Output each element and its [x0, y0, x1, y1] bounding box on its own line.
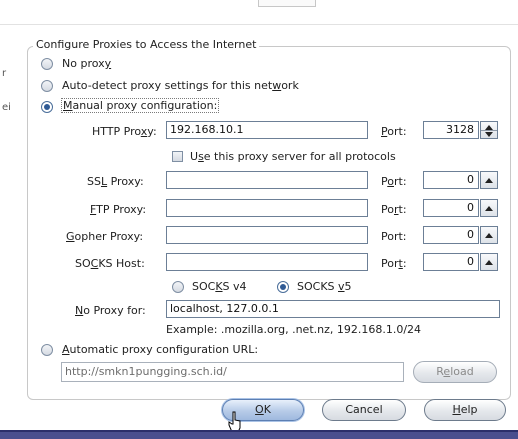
http-port-input[interactable]: 3128 [423, 121, 479, 139]
socks-v5-label[interactable]: SOCKS v5 [297, 280, 352, 293]
share-all-label[interactable]: Use this proxy server for all protocols [190, 150, 396, 163]
share-all-checkbox[interactable] [172, 151, 183, 162]
ssl-port-label: Port: [381, 175, 407, 188]
no-proxy-radio[interactable] [41, 58, 53, 70]
reload-button[interactable]: Reload [413, 361, 497, 383]
group-title: Configure Proxies to Access the Internet [33, 38, 260, 51]
auto-url-label[interactable]: Automatic proxy configuration URL: [62, 343, 258, 356]
left-edge-glyph: ei [2, 102, 11, 113]
auto-detect-radio[interactable] [41, 80, 53, 92]
auto-url-radio[interactable] [41, 344, 53, 356]
ftp-proxy-input[interactable] [166, 199, 368, 217]
cancel-button[interactable]: Cancel [322, 399, 406, 421]
ftp-port-spin-icon[interactable] [480, 199, 498, 217]
socks-host-input[interactable] [166, 253, 368, 271]
auto-detect-label[interactable]: Auto-detect proxy settings for this netw… [62, 79, 299, 92]
http-proxy-label: HTTP Proxy: [92, 125, 157, 138]
ssl-port-spin-icon[interactable] [480, 171, 498, 189]
gopher-proxy-label: Gopher Proxy: [66, 230, 144, 243]
no-proxy-label[interactable]: No proxy [62, 57, 111, 70]
ftp-proxy-label: FTP Proxy: [90, 203, 147, 216]
ftp-port-label: Port: [381, 203, 407, 216]
http-port-label: Port: [381, 125, 407, 138]
socks-port-input[interactable]: 0 [423, 253, 479, 271]
socks-v5-radio[interactable] [277, 281, 289, 293]
no-proxy-for-input[interactable]: localhost, 127.0.0.1 [166, 300, 500, 318]
left-edge-glyph: r [2, 68, 7, 79]
ftp-port-input[interactable]: 0 [423, 199, 479, 217]
ssl-proxy-label: SSL Proxy: [87, 175, 144, 188]
left-edge: r ei [0, 30, 12, 430]
gopher-port-label: Port: [381, 230, 407, 243]
socks-port-spin-icon[interactable] [480, 253, 498, 271]
gopher-proxy-input[interactable] [166, 226, 368, 244]
gopher-port-input[interactable]: 0 [423, 226, 479, 244]
ssl-proxy-input[interactable] [166, 171, 368, 189]
divider [0, 24, 518, 25]
ssl-port-input[interactable]: 0 [423, 171, 479, 189]
manual-proxy-label[interactable]: Manual proxy configuration: [61, 98, 220, 113]
auto-url-input[interactable]: http://smkn1pungging.sch.id/ [61, 362, 404, 382]
no-proxy-for-label: No Proxy for: [75, 304, 146, 317]
gopher-port-spin-icon[interactable] [480, 226, 498, 244]
socks-v4-label[interactable]: SOCKS v4 [192, 280, 247, 293]
socks-host-label: SOCKS Host: [75, 257, 145, 270]
http-port-spin-icon[interactable] [480, 121, 498, 139]
socks-port-label: Port: [381, 257, 407, 270]
socks-v4-radio[interactable] [172, 281, 184, 293]
example-text: Example: .mozilla.org, .net.nz, 192.168.… [166, 323, 422, 336]
taskbar-edge [0, 430, 518, 439]
manual-proxy-radio[interactable] [41, 101, 53, 113]
tab-fragment [258, 0, 316, 7]
top-strip [0, 0, 518, 22]
help-button[interactable]: Help [424, 399, 506, 421]
http-proxy-input[interactable]: 192.168.10.1 [166, 121, 368, 139]
